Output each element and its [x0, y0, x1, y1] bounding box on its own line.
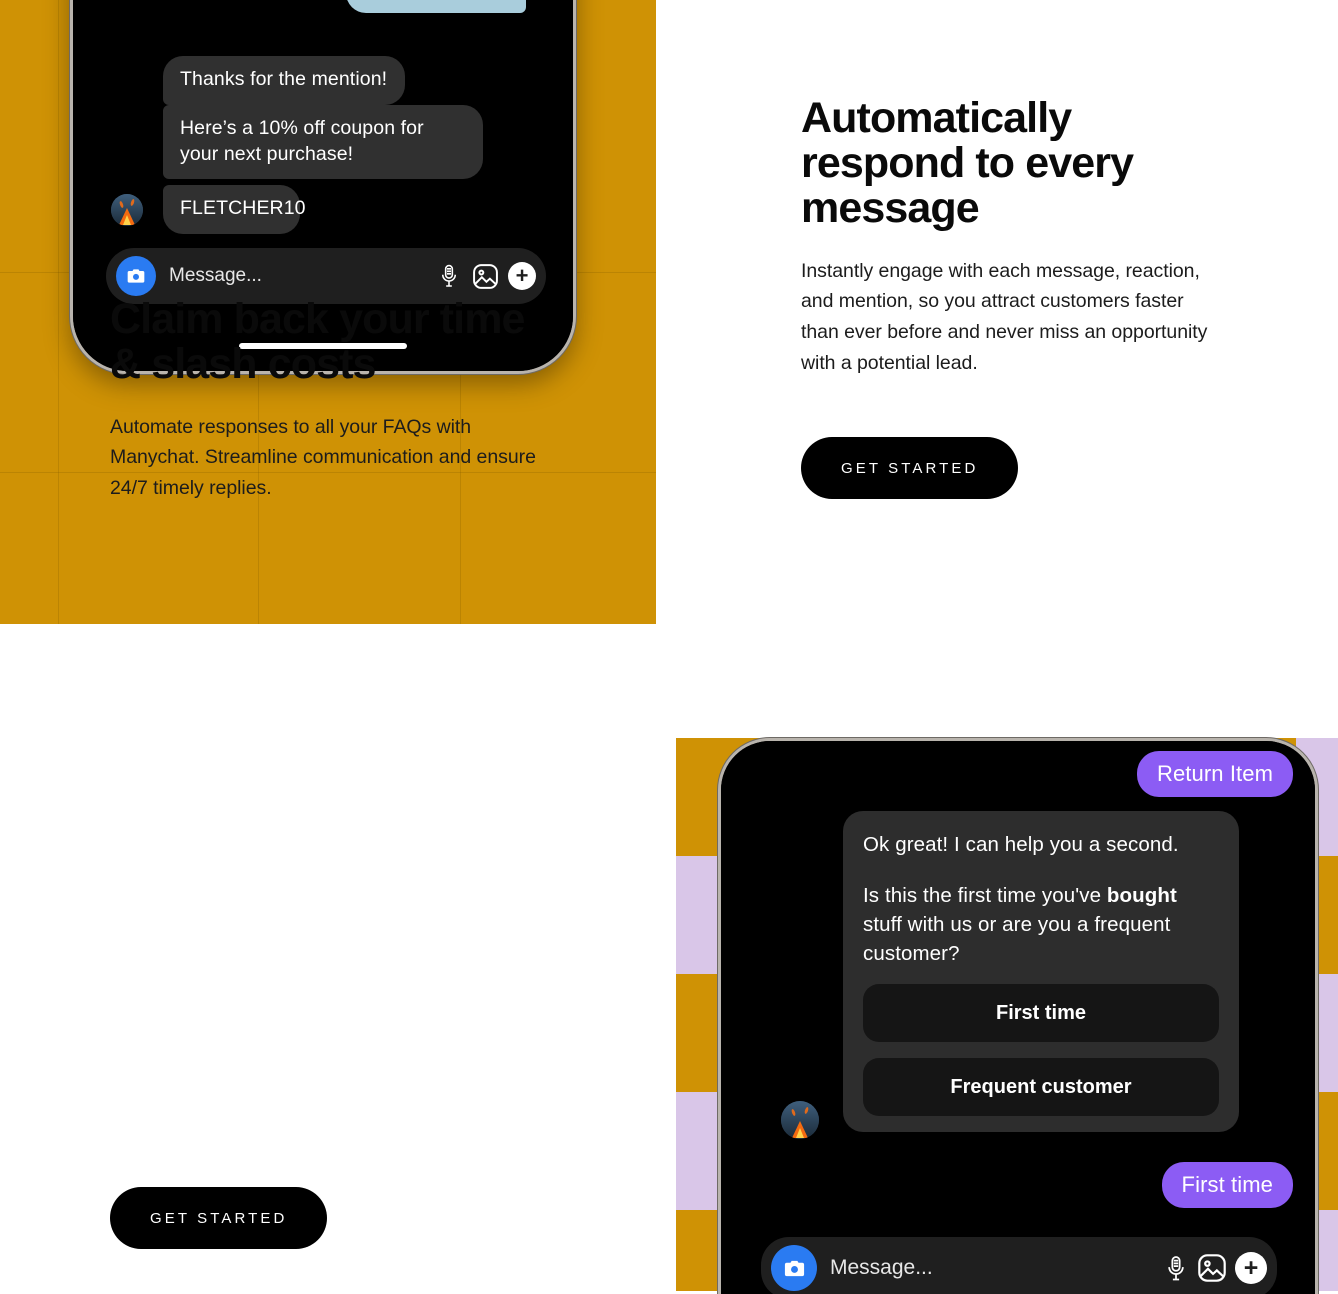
phone-side-button — [574, 173, 576, 207]
message-input-placeholder[interactable]: Message... — [169, 265, 428, 287]
image-message-bubble — [346, 0, 526, 13]
section1-copy: Automatically respond to every message I… — [801, 96, 1221, 378]
chat-bubble-text: FLETCHER10 — [180, 197, 306, 219]
camera-icon[interactable] — [116, 256, 156, 296]
plus-icon[interactable]: + — [508, 262, 536, 290]
quick-reply-frequent-customer[interactable]: Frequent customer — [863, 1058, 1219, 1117]
landing-page: Thanks for the mention! Here’s a 10% off… — [0, 0, 1338, 1294]
microphone-icon[interactable] — [434, 261, 464, 291]
flame-inner-icon — [123, 215, 131, 225]
photo-icon[interactable] — [1197, 1253, 1227, 1283]
chat-bubble-text: Here’s a 10% off coupon for your next pu… — [180, 117, 424, 165]
message-composer[interactable]: Message... + — [761, 1237, 1277, 1294]
phone-side-button — [70, 188, 72, 214]
bot-card-line-2: Is this the first time you've bought stu… — [863, 881, 1219, 968]
microphone-icon[interactable] — [1161, 1253, 1191, 1283]
phone-side-button — [718, 1231, 720, 1261]
plus-icon[interactable]: + — [1235, 1252, 1267, 1284]
photo-icon[interactable] — [470, 261, 500, 291]
bot-message-card: Ok great! I can help you a second. Is th… — [843, 811, 1239, 1133]
get-started-button-top[interactable]: GET STARTED — [801, 437, 1019, 499]
chat-bubble-user: Return Item — [1136, 751, 1293, 797]
avatar — [111, 194, 143, 226]
section1-heading: Automatically respond to every message — [801, 94, 1134, 232]
message-input-placeholder[interactable]: Message... — [830, 1256, 1155, 1280]
phone-mockup-bottom: Return Item Ok great! I can help you a s… — [718, 738, 1318, 1294]
section2-body: Automate responses to all your FAQs with… — [110, 415, 536, 500]
chat-bubble-user: First time — [1161, 1162, 1293, 1208]
chat-bubble-text: Thanks for the mention! — [180, 68, 388, 90]
phone-side-button — [1316, 1226, 1318, 1262]
get-started-button-bottom[interactable]: GET STARTED — [110, 1187, 328, 1249]
grid-line-vertical — [58, 0, 59, 624]
bot-card-line-2-suffix: stuff with us or are you a frequent cust… — [863, 913, 1171, 966]
section2-heading: Claim back your time & slash costs — [110, 295, 525, 388]
bot-card-line-2-bold: bought — [1106, 884, 1177, 908]
chat-bubble-bot: Thanks for the mention! — [163, 56, 405, 105]
quick-reply-first-time[interactable]: First time — [863, 984, 1219, 1043]
phone-screen: Return Item Ok great! I can help you a s… — [721, 741, 1315, 1294]
section1-body: Instantly engage with each message, reac… — [801, 259, 1208, 374]
camera-icon[interactable] — [771, 1245, 817, 1291]
chat-bubble-bot: FLETCHER10 — [163, 185, 306, 234]
flame-inner-icon — [796, 1128, 804, 1138]
avatar — [781, 1101, 819, 1139]
bot-card-line-2-prefix: Is this the first time you've — [863, 884, 1107, 908]
chat-bubble-bot: Here’s a 10% off coupon for your next pu… — [163, 105, 483, 180]
bot-card-line-1: Ok great! I can help you a second. — [863, 833, 1179, 856]
section2-copy: Claim back your time & slash costs Autom… — [110, 297, 540, 504]
